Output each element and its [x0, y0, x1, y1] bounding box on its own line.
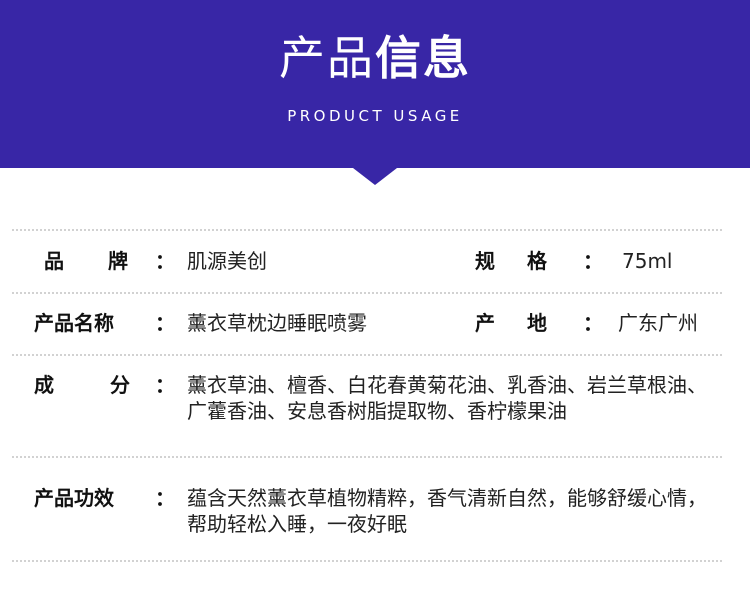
origin-value: 广东广州	[618, 311, 698, 335]
product-name-value: 薰衣草枕边睡眠喷雾	[187, 311, 367, 335]
ingredients-colon: ：	[155, 373, 175, 397]
separator-4	[12, 456, 722, 458]
ingredients-label: 成 分	[34, 373, 148, 397]
product-info-page: 产品信息 PRODUCT USAGE 品 牌 ： 肌源美创 规 格 ： 75ml…	[0, 0, 750, 600]
effect-label: 产品功效	[34, 486, 114, 510]
spec-label: 规 格	[475, 249, 553, 273]
banner-notch-arrow	[353, 168, 397, 185]
title-bold-text: 信息	[375, 31, 471, 85]
separator-2	[12, 292, 722, 294]
page-title: 产品信息	[0, 28, 750, 88]
effect-value: 蕴含天然薰衣草植物精粹，香气清新自然，能够舒缓心情，帮助轻松入睡，一夜好眠	[187, 486, 707, 536]
separator-1	[12, 229, 722, 231]
origin-colon: ：	[583, 311, 603, 335]
separator-5	[12, 560, 722, 562]
spec-colon: ：	[583, 249, 603, 273]
page-subtitle: PRODUCT USAGE	[287, 107, 463, 125]
ingredients-value: 薰衣草油、檀香、白花春黄菊花油、乳香油、岩兰草根油、广藿香油、安息香树脂提取物、…	[187, 373, 707, 423]
effect-colon: ：	[155, 486, 175, 510]
header-banner: 产品信息 PRODUCT USAGE	[0, 0, 750, 168]
product-name-label: 产品名称	[34, 311, 114, 335]
brand-label: 品 牌	[44, 249, 140, 273]
spec-value: 75ml	[622, 249, 673, 273]
product-name-colon: ：	[155, 311, 175, 335]
separator-3	[12, 354, 722, 356]
brand-colon: ：	[155, 249, 175, 273]
origin-label: 产 地	[475, 311, 553, 335]
title-light-text: 产品	[279, 31, 375, 85]
brand-value: 肌源美创	[187, 249, 267, 273]
